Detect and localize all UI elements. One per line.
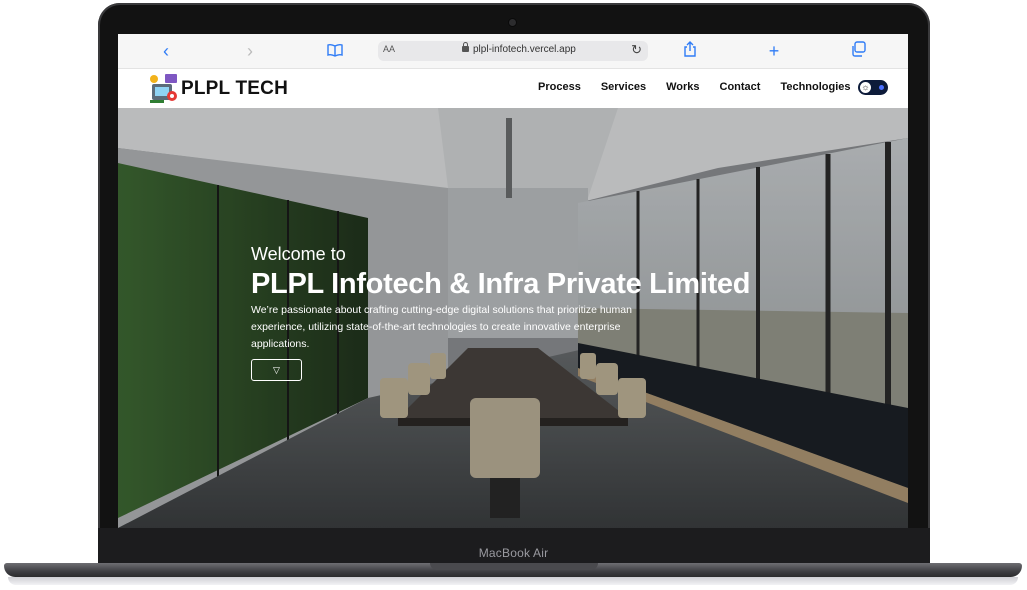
main-nav: Process Services Works Contact Technolog… — [528, 81, 861, 93]
new-tab-icon[interactable]: + — [764, 41, 784, 61]
tabs-icon[interactable] — [849, 41, 869, 61]
forward-icon[interactable]: › — [240, 41, 260, 61]
back-icon[interactable]: ‹ — [156, 41, 176, 61]
laptop-foot — [8, 577, 1018, 585]
scroll-down-button[interactable]: ▽ — [251, 359, 302, 381]
chevron-down-icon: ▽ — [273, 365, 280, 375]
browser-screen: ‹ › AA plpl-infotech.vercel.app ↻ + PLPL… — [118, 34, 908, 528]
logo-icon[interactable] — [149, 72, 179, 104]
reload-icon[interactable]: ↻ — [631, 42, 642, 58]
url-text: plpl-infotech.vercel.app — [473, 44, 576, 55]
nav-contact[interactable]: Contact — [710, 81, 771, 93]
text-size-button[interactable]: AA — [383, 44, 395, 54]
site-header: PLPL TECH Process Services Works Contact… — [118, 69, 908, 108]
lock-icon — [462, 42, 469, 52]
hero-description: We’re passionate about crafting cutting-… — [251, 304, 632, 350]
sun-icon: ☼ — [860, 82, 871, 93]
logo-text[interactable]: PLPL TECH — [181, 78, 288, 100]
hero-section: Welcome to PLPL Infotech & Infra Private… — [118, 108, 908, 528]
camera-icon — [509, 19, 516, 26]
hero-welcome: Welcome to — [251, 244, 346, 264]
bookmarks-icon[interactable] — [325, 41, 345, 61]
hero-title: PLPL Infotech & Infra Private Limited — [251, 268, 751, 300]
device-brand-label: MacBook Air — [478, 546, 549, 560]
nav-technologies[interactable]: Technologies — [770, 81, 860, 93]
browser-toolbar: ‹ › AA plpl-infotech.vercel.app ↻ + — [118, 34, 908, 69]
nav-process[interactable]: Process — [528, 81, 591, 93]
nav-works[interactable]: Works — [656, 81, 709, 93]
share-icon[interactable] — [680, 41, 700, 61]
theme-toggle[interactable]: ☼ — [858, 80, 888, 95]
moon-icon — [879, 85, 884, 90]
address-bar[interactable]: AA plpl-infotech.vercel.app ↻ — [378, 41, 648, 61]
laptop-notch — [430, 563, 598, 570]
nav-services[interactable]: Services — [591, 81, 656, 93]
